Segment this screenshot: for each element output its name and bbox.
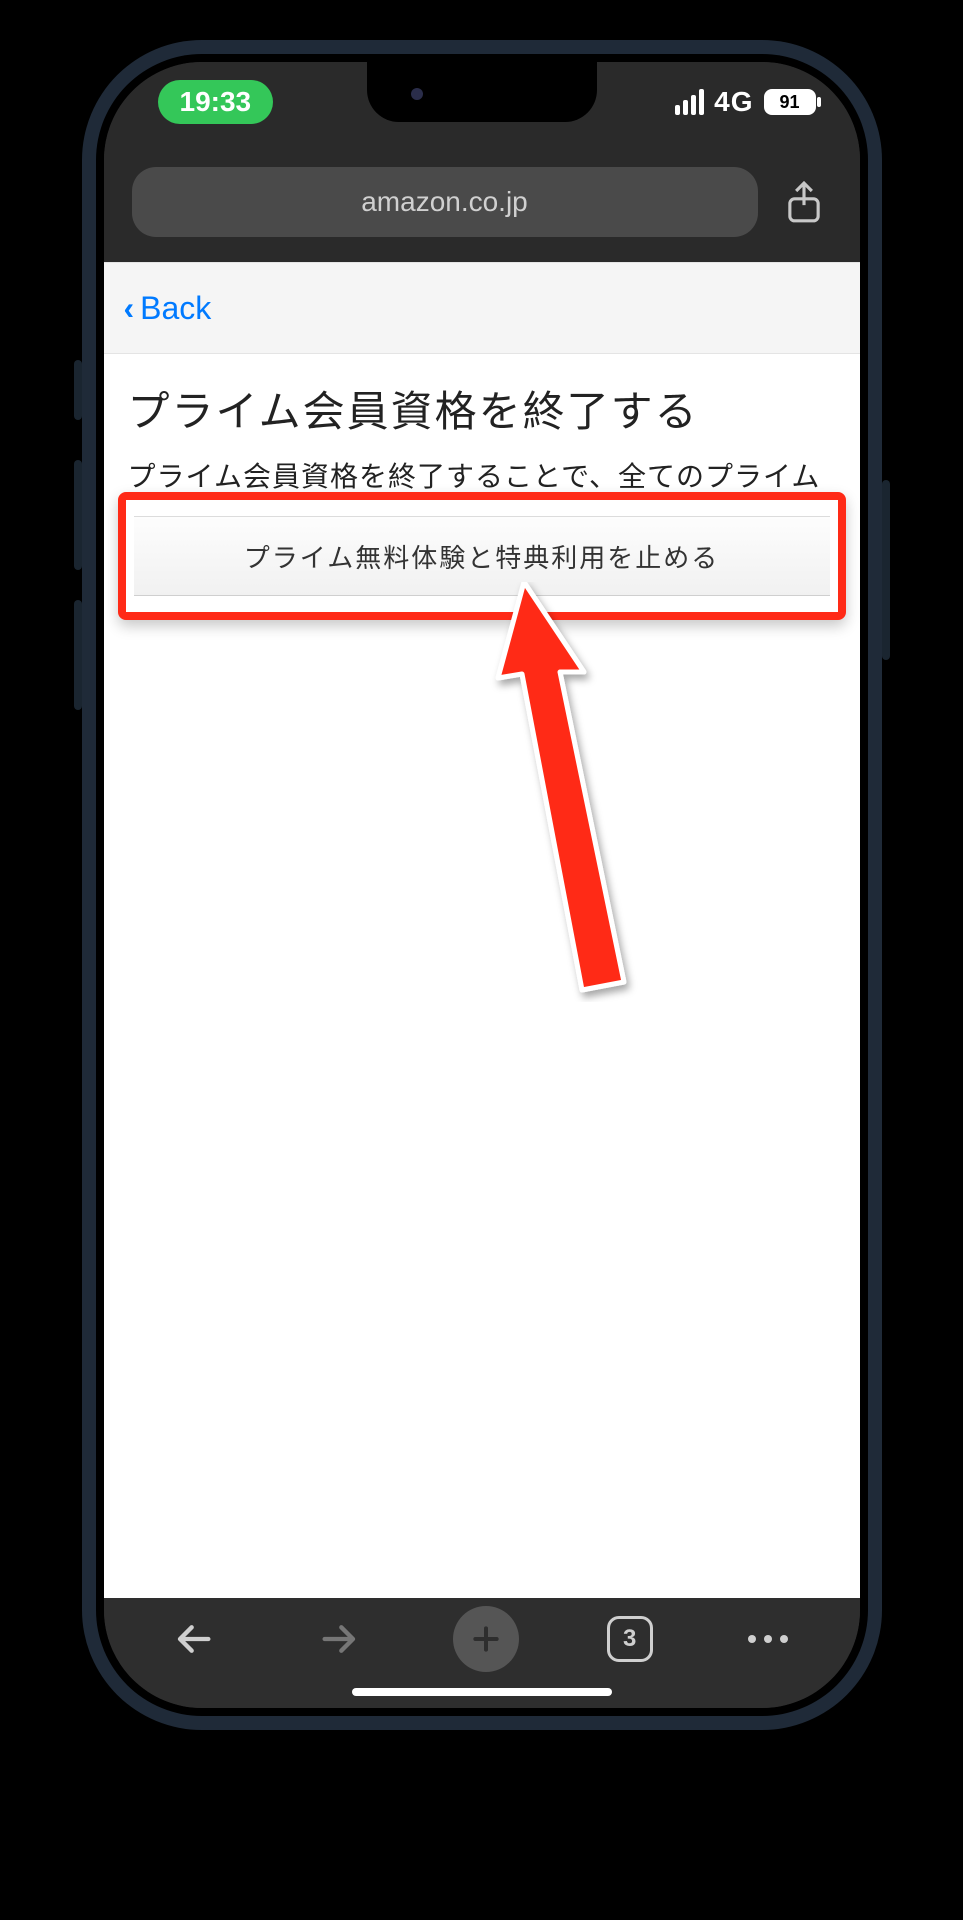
volume-up-button [74,460,82,570]
battery-icon: 91 [764,89,816,115]
arrow-right-icon [318,1619,358,1659]
more-menu-button[interactable] [740,1611,796,1667]
power-button [882,480,890,660]
nav-forward-button[interactable] [310,1611,366,1667]
phone-frame: 19:33 4G 91 amazon.co.jp [82,40,882,1730]
annotation-arrow-icon [464,582,644,1002]
ellipsis-icon [748,1635,788,1643]
cellular-signal-icon [675,89,704,115]
battery-percent: 91 [779,92,799,113]
tabs-count: 3 [623,1625,636,1653]
network-type: 4G [714,86,753,118]
volume-down-button [74,600,82,710]
status-right: 4G 91 [675,86,815,118]
url-bar[interactable]: amazon.co.jp [132,167,758,237]
page-title: プライム会員資格を終了する [128,378,836,439]
arrow-left-icon [175,1619,215,1659]
notch [367,62,597,122]
time-recording-pill[interactable]: 19:33 [158,80,274,124]
url-text: amazon.co.jp [361,186,528,218]
browser-top-bar: amazon.co.jp [104,142,860,262]
back-bar[interactable]: ‹ Back [104,262,860,354]
stop-prime-button[interactable]: プライム無料体験と特典利用を止める [134,516,830,596]
tabs-button[interactable]: 3 [607,1616,653,1662]
chevron-left-icon: ‹ [124,290,135,327]
phone-bezel: 19:33 4G 91 amazon.co.jp [96,54,868,1716]
stop-prime-button-label: プライム無料体験と特典利用を止める [244,538,719,575]
annotation-highlight-box: プライム無料体験と特典利用を止める [118,492,846,620]
mute-switch [74,360,82,420]
new-tab-button[interactable] [453,1606,519,1672]
home-indicator[interactable] [352,1688,612,1696]
screen: 19:33 4G 91 amazon.co.jp [104,62,860,1708]
nav-back-button[interactable] [167,1611,223,1667]
plus-icon [470,1623,502,1655]
share-button[interactable] [776,167,832,237]
back-label: Back [140,290,211,327]
page-content: ‹ Back プライム会員資格を終了する プライム会員資格を終了することで、全て… [104,262,860,1598]
share-icon [784,180,824,224]
